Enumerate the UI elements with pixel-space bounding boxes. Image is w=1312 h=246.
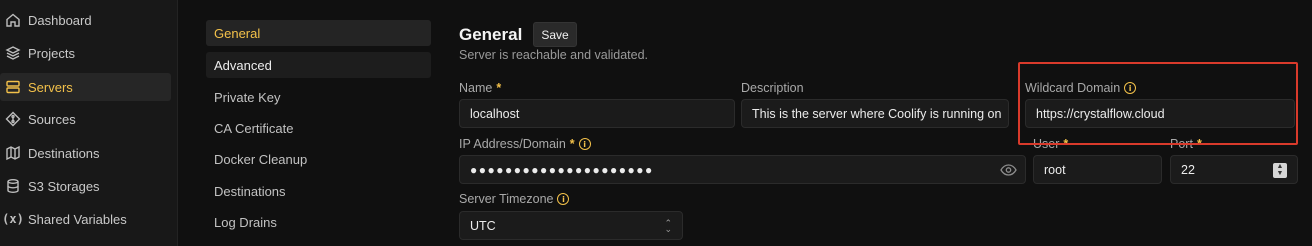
name-input[interactable]: localhost <box>459 99 735 128</box>
home-icon <box>0 6 26 34</box>
description-value: This is the server where Coolify is runn… <box>752 106 1002 121</box>
highlight-box <box>1018 62 1298 145</box>
subnav-item-advanced[interactable]: Advanced <box>206 52 431 78</box>
server-timezone-select[interactable]: UTC ⌃ ⌄ <box>459 211 683 240</box>
sidebar-item-destinations[interactable]: Destinations <box>0 139 171 167</box>
network-icon <box>0 139 26 167</box>
port-stepper[interactable]: ▲ ▼ <box>1273 163 1287 178</box>
server-timezone-label: Server Timezone i <box>459 192 570 206</box>
info-icon[interactable]: i <box>578 138 591 150</box>
subnav-item-docker-cleanup[interactable]: Docker Cleanup <box>206 146 431 172</box>
sidebar-item-label: Destinations <box>28 145 100 161</box>
sidebar-item-dashboard[interactable]: Dashboard <box>0 6 171 34</box>
ip-address-input[interactable]: ●●●●●●●●●●●●●●●●●●●●● <box>459 155 1026 184</box>
server-icon <box>0 73 26 101</box>
sidebar-item-label: Dashboard <box>28 12 92 28</box>
description-input[interactable]: This is the server where Coolify is runn… <box>741 99 1009 128</box>
status-message: Server is reachable and validated. <box>459 48 649 62</box>
ip-address-masked-value: ●●●●●●●●●●●●●●●●●●●●● <box>470 162 654 177</box>
sidebar-item-sources[interactable]: Sources <box>0 105 171 133</box>
info-icon[interactable]: i <box>557 193 570 205</box>
chevron-up-down-icon: ⌃ ⌄ <box>664 218 672 234</box>
sidebar-item-label: Shared Variables <box>28 211 127 227</box>
sidebar-item-label: Servers <box>28 79 73 95</box>
name-value: localhost <box>470 106 520 121</box>
sidebar-item-label: S3 Storages <box>28 178 100 194</box>
sidebar-item-label: Projects <box>28 45 75 61</box>
subnav-item-private-key[interactable]: Private Key <box>206 84 431 110</box>
subnav-item-log-drains[interactable]: Log Drains <box>206 209 431 235</box>
sidebar-item-label: Sources <box>28 111 76 127</box>
sidebar-item-shared-variables[interactable]: (x) Shared Variables <box>0 205 171 233</box>
ip-address-label-text: IP Address/Domain <box>459 137 566 151</box>
server-timezone-label-text: Server Timezone <box>459 192 554 206</box>
server-timezone-value: UTC <box>470 218 496 233</box>
description-label: Description <box>741 81 804 95</box>
ip-address-label: IP Address/Domain * i <box>459 137 591 151</box>
port-input[interactable]: 22 ▲ ▼ <box>1170 155 1298 184</box>
page-title: General <box>459 25 523 44</box>
required-marker: * <box>496 81 502 95</box>
layers-icon <box>0 39 26 67</box>
user-value: root <box>1044 162 1066 177</box>
subnav-item-general[interactable]: General <box>206 20 431 46</box>
name-label: Name * <box>459 81 501 95</box>
required-marker: * <box>569 137 575 151</box>
subnav-item-ca-certificate[interactable]: CA Certificate <box>206 115 431 141</box>
save-button[interactable]: Save <box>533 22 577 47</box>
main-sidebar: Dashboard Projects Servers Sources Desti… <box>0 0 178 246</box>
eye-icon[interactable] <box>1000 162 1017 181</box>
sidebar-item-projects[interactable]: Projects <box>0 39 171 67</box>
port-value: 22 <box>1181 162 1195 177</box>
git-icon <box>0 105 26 133</box>
sidebar-item-s3-storages[interactable]: S3 Storages <box>0 172 171 200</box>
sidebar-item-servers[interactable]: Servers <box>0 73 171 101</box>
user-input[interactable]: root <box>1033 155 1162 184</box>
variable-icon: (x) <box>2 212 24 226</box>
name-label-text: Name <box>459 81 493 95</box>
subnav-item-destinations[interactable]: Destinations <box>206 178 431 204</box>
database-icon <box>0 172 26 200</box>
description-label-text: Description <box>741 81 804 95</box>
